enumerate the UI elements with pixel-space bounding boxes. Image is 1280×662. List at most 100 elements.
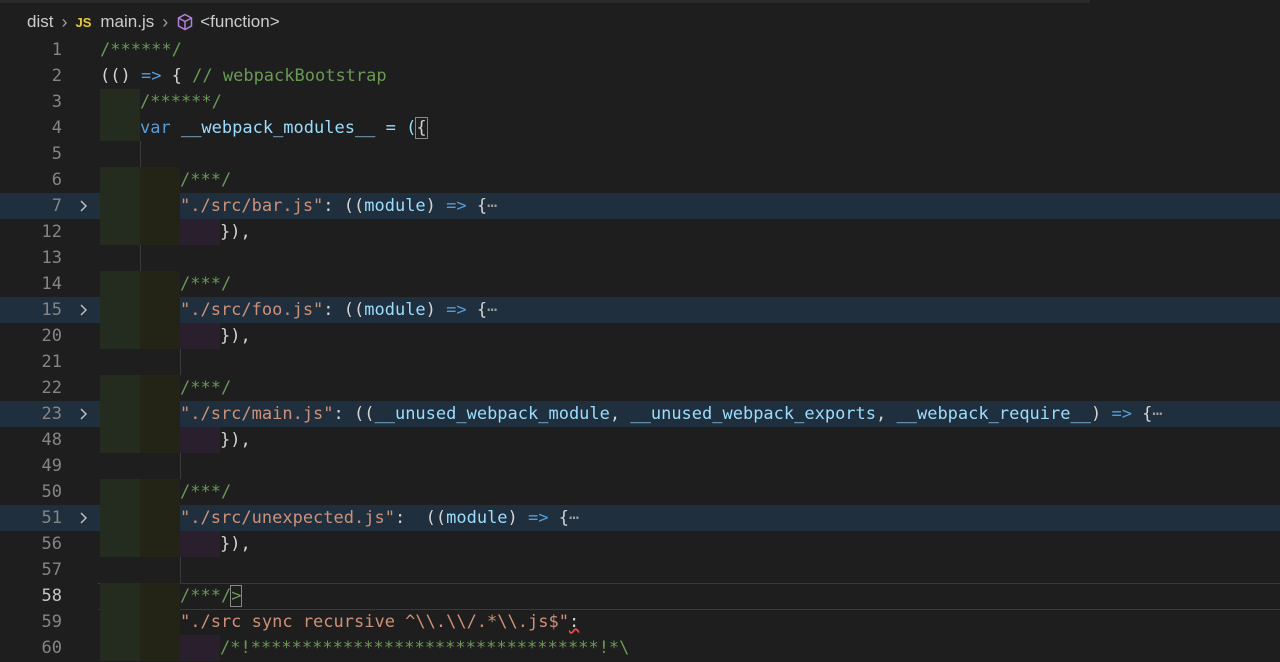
chevron-right-icon[interactable] [77,511,91,525]
indent-guide [100,297,140,323]
code-line[interactable]: 2 (() => { // webpackBootstrap [0,63,1280,89]
indent-guide [100,89,140,115]
code-line[interactable]: 22 /***/ [0,375,1280,401]
code-line-folded[interactable]: 7 "./src/bar.js": ((module) => {⋯ [0,193,1280,219]
indent-guide [100,115,140,141]
indent-guide [180,323,220,349]
javascript-file-icon: JS [75,14,92,30]
code-line-folded[interactable]: 51 "./src/unexpected.js": ((module) => {… [0,505,1280,531]
code-line[interactable]: 57 [0,557,1280,583]
line-number: 60 [41,638,62,658]
breadcrumb-file[interactable]: main.js [100,12,154,32]
indent-guide [140,219,180,245]
code-line-folded[interactable]: 23 "./src/main.js": ((__unused_webpack_m… [0,401,1280,427]
code-line[interactable]: 12 }), [0,219,1280,245]
code-line[interactable]: 5 [0,141,1280,167]
code-text: "./src sync recursive ^\\.\\/.*\\.js$": [180,612,580,632]
code-text: "./src/foo.js": ((module) => {⋯ [180,300,498,320]
code-line[interactable]: 20 }), [0,323,1280,349]
indent-guide-line [180,557,181,583]
line-number: 21 [41,352,62,372]
indent-guide [140,427,180,453]
indent-guide [140,635,180,661]
folded-ellipsis: ⋯ [1152,404,1163,424]
indent-guide [100,141,140,167]
code-line[interactable]: 4 var __webpack_modules__ = ({ [0,115,1280,141]
indent-guide [140,297,180,323]
code-line[interactable]: 1 /******/ [0,37,1280,63]
indent-guide-line [140,245,141,271]
indent-guide [100,219,140,245]
indent-guide [100,427,140,453]
line-number: 50 [41,482,62,502]
folded-ellipsis: ⋯ [569,508,580,528]
code-text: /***/ [180,170,232,190]
code-line[interactable]: 50 /***/ [0,479,1280,505]
indent-guide [140,375,180,401]
line-number: 13 [41,248,62,268]
indent-guide [180,427,220,453]
code-line[interactable]: 59 "./src sync recursive ^\\.\\/.*\\.js$… [0,609,1280,635]
line-number: 56 [41,534,62,554]
indent-guide [100,531,140,557]
code-text: }), [220,430,251,450]
indent-guide [140,479,180,505]
code-line-folded[interactable]: 15 "./src/foo.js": ((module) => {⋯ [0,297,1280,323]
chevron-right-icon[interactable] [77,407,91,421]
chevron-right-icon[interactable] [77,199,91,213]
code-text: "./src/unexpected.js": ((module) => {⋯ [180,508,580,528]
current-line-highlight [98,583,1280,610]
code-text: (() => { // webpackBootstrap [100,66,387,86]
code-text: }), [220,534,251,554]
line-number: 3 [51,92,62,112]
line-number: 2 [51,66,62,86]
code-line[interactable]: 13 [0,245,1280,271]
line-number: 49 [41,456,62,476]
indent-guide [140,531,180,557]
code-line[interactable]: 48 }), [0,427,1280,453]
code-text: }), [220,222,251,242]
line-number: 51 [41,508,62,528]
line-number: 4 [51,118,62,138]
line-number: 20 [41,326,62,346]
indent-guide [100,583,140,609]
indent-guide [180,219,220,245]
code-line[interactable]: 6 /***/ [0,167,1280,193]
bracket-match: { [415,117,428,139]
code-editor[interactable]: 1 /******/ 2 (() => { // webpackBootstra… [0,37,1280,662]
vertical-scrollbar[interactable] [1266,0,1280,662]
chevron-right-icon: › [61,11,68,32]
line-number: 23 [41,404,62,424]
indent-guide [180,531,220,557]
code-text: }), [220,326,251,346]
code-line[interactable]: 14 /***/ [0,271,1280,297]
code-text: /***/ [180,274,232,294]
code-line[interactable]: 56 }), [0,531,1280,557]
code-line[interactable]: 21 [0,349,1280,375]
code-line[interactable]: 49 [0,453,1280,479]
code-text: /***/> [180,585,243,607]
indent-guide [100,401,140,427]
indent-guide [140,193,180,219]
indent-guide [100,271,140,297]
code-text: /***/ [180,482,232,502]
code-text: /*!**********************************!*\ [220,638,630,658]
chevron-right-icon[interactable] [77,303,91,317]
indent-guide [100,635,140,661]
code-text: /***/ [180,378,232,398]
breadcrumb-folder[interactable]: dist [27,12,53,32]
indent-guide [100,375,140,401]
line-number: 15 [41,300,62,320]
code-text: var __webpack_modules__ = ({ [140,117,428,139]
breadcrumb-symbol[interactable]: <function> [200,12,279,32]
indent-guide-line [180,453,181,479]
function-cube-icon [177,13,193,31]
code-line[interactable]: 60 /*!**********************************… [0,635,1280,661]
line-number: 48 [41,430,62,450]
indent-guide [100,323,140,349]
code-line-current[interactable]: 58 /***/> [0,583,1280,610]
indent-guide [140,401,180,427]
indent-guide [100,167,140,193]
code-line[interactable]: 3 /******/ [0,89,1280,115]
indent-guide [140,167,180,193]
